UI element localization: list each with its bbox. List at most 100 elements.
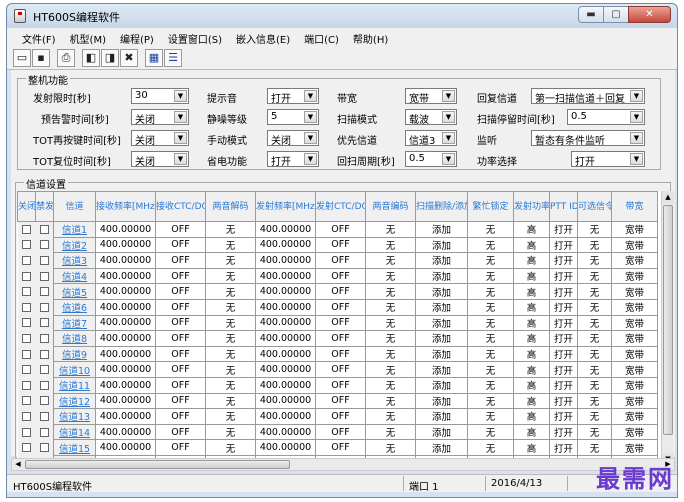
close-checkbox[interactable]: [22, 225, 31, 235]
tx-inhibit-checkbox[interactable]: [39, 411, 49, 421]
rx-freq-cell[interactable]: 400.00000: [95, 330, 156, 347]
vertical-scroll-thumb[interactable]: [663, 205, 673, 435]
decode-cell[interactable]: 无: [205, 283, 256, 300]
menu-port[interactable]: 端口(C): [297, 28, 346, 46]
channel-cell[interactable]: 信道15: [53, 439, 96, 456]
close-checkbox[interactable]: [22, 411, 31, 421]
tx-freq-cell[interactable]: 400.00000: [255, 236, 316, 254]
scan-add-cell[interactable]: 添加: [415, 361, 468, 378]
horizontal-scroll-thumb[interactable]: [25, 460, 290, 469]
header-ptt-id[interactable]: PTT ID: [549, 191, 578, 222]
ptt-id-cell[interactable]: 打开: [549, 361, 578, 378]
signaling-cell[interactable]: 无: [577, 345, 612, 363]
decode-cell[interactable]: 无: [205, 267, 256, 285]
signaling-cell[interactable]: 无: [577, 376, 612, 394]
tx-power-cell[interactable]: 高: [513, 345, 550, 363]
tx-inhibit-checkbox[interactable]: [39, 255, 49, 265]
encode-cell[interactable]: 无: [365, 283, 416, 300]
busy-lock-cell[interactable]: 无: [467, 345, 514, 363]
rx-ctcdcs-cell[interactable]: OFF: [155, 330, 206, 347]
tx-freq-cell[interactable]: 400.00000: [255, 330, 316, 347]
bandwidth-cell[interactable]: 宽带: [611, 221, 658, 238]
ptt-id-cell[interactable]: 打开: [549, 314, 578, 332]
signaling-cell[interactable]: 无: [577, 361, 612, 378]
decode-cell[interactable]: 无: [205, 423, 256, 441]
rx-ctcdcs-cell[interactable]: OFF: [155, 361, 206, 378]
scan-add-cell[interactable]: 添加: [415, 408, 468, 425]
menu-help[interactable]: 帮助(H): [346, 28, 395, 46]
tx-freq-cell[interactable]: 400.00000: [255, 345, 316, 363]
channel-cell[interactable]: 信道2: [53, 236, 96, 254]
list-view-icon[interactable]: ☰: [164, 49, 182, 67]
close-button[interactable]: ✕: [628, 6, 671, 23]
rx-freq-cell[interactable]: 400.00000: [95, 267, 156, 285]
tx-ctcdcs-cell[interactable]: OFF: [315, 221, 366, 238]
scan-add-cell[interactable]: 添加: [415, 298, 468, 316]
signaling-cell[interactable]: 无: [577, 267, 612, 285]
tx-freq-cell[interactable]: 400.00000: [255, 314, 316, 332]
rx-freq-cell[interactable]: 400.00000: [95, 252, 156, 269]
busy-lock-cell[interactable]: 无: [467, 267, 514, 285]
signaling-cell[interactable]: 无: [577, 314, 612, 332]
header-channel[interactable]: 信道: [53, 191, 96, 222]
bandwidth-cell[interactable]: 宽带: [611, 236, 658, 254]
close-checkbox[interactable]: [22, 271, 31, 281]
rx-ctcdcs-cell[interactable]: OFF: [155, 392, 206, 410]
busy-lock-cell[interactable]: 无: [467, 298, 514, 316]
header-two-tone-encode[interactable]: 两音编码: [365, 191, 416, 222]
close-checkbox[interactable]: [22, 380, 31, 390]
tx-freq-cell[interactable]: 400.00000: [255, 439, 316, 456]
signaling-cell[interactable]: 无: [577, 330, 612, 347]
encode-cell[interactable]: 无: [365, 314, 416, 332]
busy-lock-cell[interactable]: 无: [467, 392, 514, 410]
close-checkbox[interactable]: [22, 427, 31, 437]
channel-cell[interactable]: 信道11: [53, 376, 96, 394]
tx-ctcdcs-cell[interactable]: OFF: [315, 392, 366, 410]
rx-freq-cell[interactable]: 400.00000: [95, 236, 156, 254]
tx-freq-cell[interactable]: 400.00000: [255, 361, 316, 378]
title-bar[interactable]: HT600S编程软件 ▬ ▢ ✕: [7, 4, 677, 28]
ptt-id-cell[interactable]: 打开: [549, 267, 578, 285]
bandwidth-cell[interactable]: 宽带: [611, 298, 658, 316]
busy-lock-cell[interactable]: 无: [467, 361, 514, 378]
rx-freq-cell[interactable]: 400.00000: [95, 376, 156, 394]
scan-add-cell[interactable]: 添加: [415, 423, 468, 441]
channel-cell[interactable]: 信道12: [53, 392, 96, 410]
tx-ctcdcs-cell[interactable]: OFF: [315, 283, 366, 300]
tx-power-cell[interactable]: 高: [513, 423, 550, 441]
encode-cell[interactable]: 无: [365, 252, 416, 269]
tx-ctcdcs-cell[interactable]: OFF: [315, 267, 366, 285]
busy-lock-cell[interactable]: 无: [467, 252, 514, 269]
encode-cell[interactable]: 无: [365, 221, 416, 238]
rx-ctcdcs-cell[interactable]: OFF: [155, 236, 206, 254]
busy-lock-cell[interactable]: 无: [467, 376, 514, 394]
tx-power-cell[interactable]: 高: [513, 298, 550, 316]
tx-ctcdcs-cell[interactable]: OFF: [315, 314, 366, 332]
tx-inhibit-checkbox[interactable]: [39, 365, 49, 375]
rx-ctcdcs-cell[interactable]: OFF: [155, 314, 206, 332]
tx-power-cell[interactable]: 高: [513, 439, 550, 456]
tx-power-cell[interactable]: 高: [513, 408, 550, 425]
tx-power-cell[interactable]: 高: [513, 283, 550, 300]
tx-power-cell[interactable]: 高: [513, 267, 550, 285]
tx-power-cell[interactable]: 高: [513, 221, 550, 238]
rx-ctcdcs-cell[interactable]: OFF: [155, 298, 206, 316]
rx-ctcdcs-cell[interactable]: OFF: [155, 376, 206, 394]
bandwidth-cell[interactable]: 宽带: [611, 330, 658, 347]
signaling-cell[interactable]: 无: [577, 221, 612, 238]
ptt-id-cell[interactable]: 打开: [549, 392, 578, 410]
encode-cell[interactable]: 无: [365, 236, 416, 254]
rx-freq-cell[interactable]: 400.00000: [95, 408, 156, 425]
encode-cell[interactable]: 无: [365, 392, 416, 410]
ptt-id-cell[interactable]: 打开: [549, 298, 578, 316]
tx-inhibit-checkbox[interactable]: [39, 443, 49, 453]
scroll-up-icon[interactable]: ▲: [662, 191, 674, 204]
bandwidth-cell[interactable]: 宽带: [611, 252, 658, 269]
scroll-left-icon[interactable]: ◀: [12, 459, 24, 470]
busy-lock-cell[interactable]: 无: [467, 236, 514, 254]
signaling-cell[interactable]: 无: [577, 252, 612, 269]
decode-cell[interactable]: 无: [205, 376, 256, 394]
scan-add-cell[interactable]: 添加: [415, 221, 468, 238]
rx-ctcdcs-cell[interactable]: OFF: [155, 221, 206, 238]
encode-cell[interactable]: 无: [365, 439, 416, 456]
